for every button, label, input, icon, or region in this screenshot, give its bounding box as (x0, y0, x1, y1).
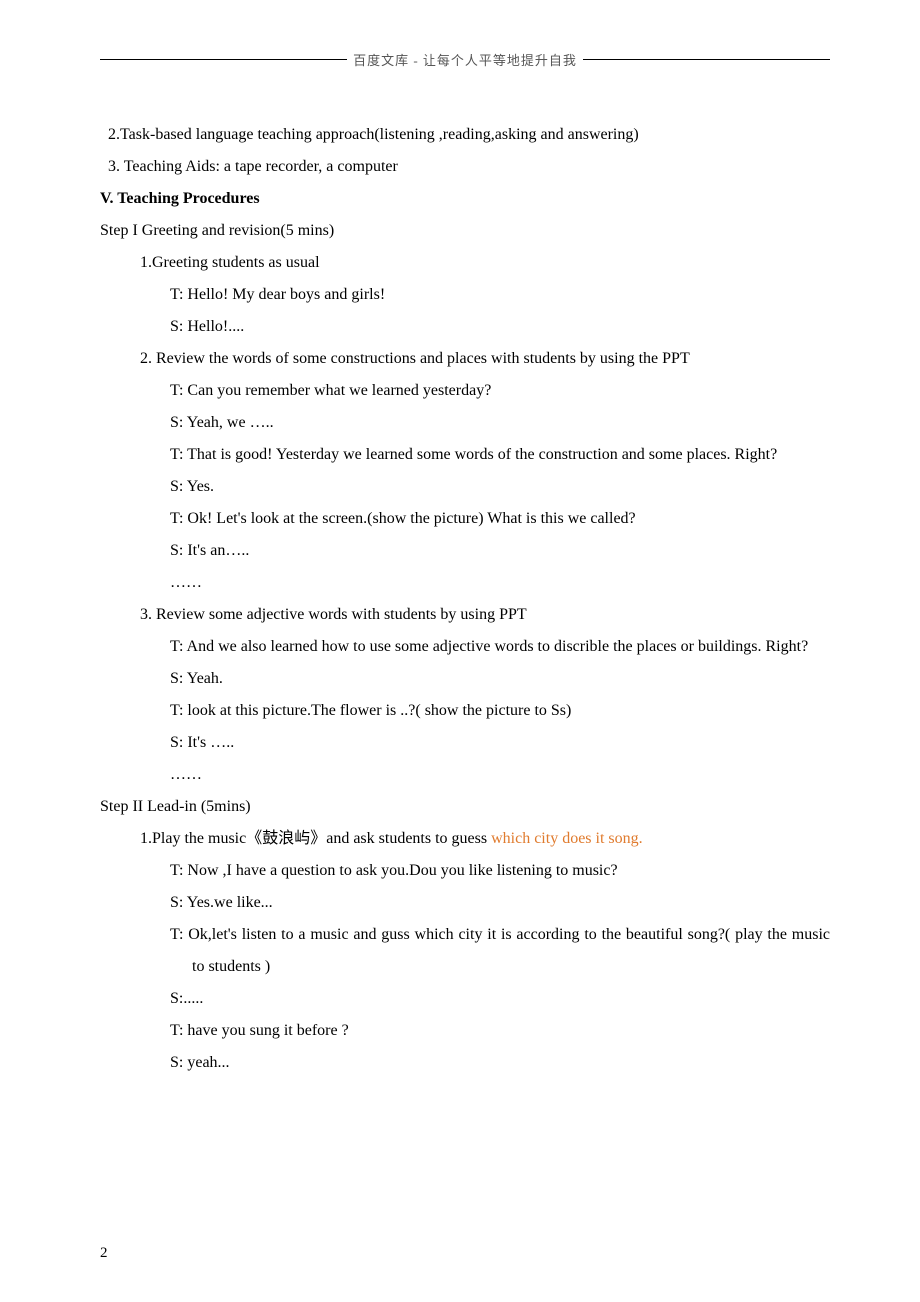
header-line: 百度文库 - 让每个人平等地提升自我 (100, 50, 830, 69)
step1-item3-dots: …… (170, 759, 830, 791)
step1-item3-t2: T: look at this picture.The flower is ..… (170, 695, 830, 727)
page-number: 2 (100, 1245, 108, 1262)
step2-item1: 1.Play the music《鼓浪屿》and ask students to… (140, 823, 830, 855)
page-header: 百度文库 - 让每个人平等地提升自我 (100, 50, 830, 69)
header-text: 百度文库 - 让每个人平等地提升自我 (347, 50, 583, 69)
step1-item2-t1: T: Can you remember what we learned yest… (170, 375, 830, 407)
step1-item1-t: T: Hello! My dear boys and girls! (170, 279, 830, 311)
step1-item2-s1: S: Yeah, we ….. (170, 407, 830, 439)
step2-item1-text-a: 1.Play the music《鼓浪屿》and ask students to… (140, 830, 491, 847)
step2-item1-s2: S:..... (170, 983, 830, 1015)
document-body: 2.Task-based language teaching approach(… (100, 119, 830, 1079)
line-approach-2: 2.Task-based language teaching approach(… (108, 119, 830, 151)
step1-item3-s1: S: Yeah. (170, 663, 830, 695)
step2-item1-t2: T: Ok,let's listen to a music and guss w… (170, 919, 830, 983)
step2-item1-t1: T: Now ,I have a question to ask you.Dou… (170, 855, 830, 887)
step-2-heading: Step II Lead-in (5mins) (100, 791, 830, 823)
step1-item3: 3. Review some adjective words with stud… (140, 599, 830, 631)
step1-item2-t3: T: Ok! Let's look at the screen.(show th… (170, 503, 830, 535)
section-v-heading: V. Teaching Procedures (100, 183, 830, 215)
step1-item1: 1.Greeting students as usual (140, 247, 830, 279)
step1-item2: 2. Review the words of some construction… (140, 343, 830, 375)
rule-right (583, 59, 830, 60)
step1-item2-t2: T: That is good! Yesterday we learned so… (170, 439, 830, 471)
step1-item2-s3: S: It's an….. (170, 535, 830, 567)
step2-item1-s1: S: Yes.we like... (170, 887, 830, 919)
step2-item1-s3: S: yeah... (170, 1047, 830, 1079)
step1-item1-s: S: Hello!.... (170, 311, 830, 343)
step1-item2-dots: …… (170, 567, 830, 599)
step1-item3-s2: S: It's ….. (170, 727, 830, 759)
step1-item2-s2: S: Yes. (170, 471, 830, 503)
step2-item1-t3: T: have you sung it before ? (170, 1015, 830, 1047)
step-1-heading: Step I Greeting and revision(5 mins) (100, 215, 830, 247)
document-page: 百度文库 - 让每个人平等地提升自我 2.Task-based language… (0, 0, 920, 1302)
rule-left (100, 59, 347, 60)
line-approach-3: 3. Teaching Aids: a tape recorder, a com… (108, 151, 830, 183)
step2-item1-text-b: which city does it song. (491, 830, 643, 847)
step1-item3-t1: T: And we also learned how to use some a… (170, 631, 830, 663)
